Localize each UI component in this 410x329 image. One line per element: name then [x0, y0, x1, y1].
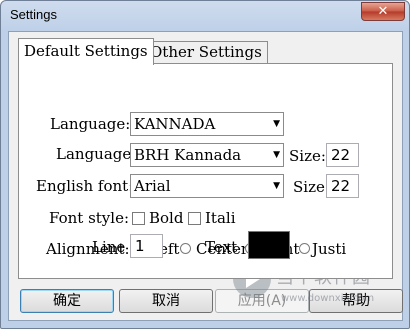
- ok-button[interactable]: 确定: [20, 289, 114, 313]
- bold-label: Bold: [149, 209, 184, 227]
- italic-label: Itali: [205, 209, 236, 227]
- language-size-input[interactable]: 22: [326, 143, 359, 167]
- chevron-down-icon: ▼: [273, 119, 280, 129]
- text-color-label: Text: [205, 238, 238, 256]
- language-font-label: Language: [56, 145, 132, 163]
- line-label: Line: [92, 238, 126, 256]
- line-input[interactable]: 1: [130, 234, 163, 258]
- font-style-label: Font style:: [49, 209, 130, 227]
- align-center-radio[interactable]: [180, 243, 191, 254]
- title-bar[interactable]: Settings ✕: [1, 1, 409, 31]
- settings-dialog: Settings ✕ Default Settings Other Settin…: [0, 0, 410, 329]
- cancel-button[interactable]: 取消: [119, 289, 213, 313]
- language-select[interactable]: KANNADA ▼: [130, 112, 284, 136]
- chevron-down-icon: ▼: [273, 150, 280, 160]
- watermark-url: www.downxia.com: [281, 293, 375, 304]
- tab-other-settings[interactable]: Other Settings: [144, 41, 268, 63]
- english-size-label: Size:: [293, 178, 330, 196]
- language-size-label: Size:: [289, 147, 326, 165]
- close-button[interactable]: ✕: [361, 2, 405, 21]
- align-justify-label: Justi: [312, 240, 347, 258]
- text-color-swatch[interactable]: [248, 231, 290, 259]
- english-font-label: English font:: [36, 177, 134, 195]
- english-font-select[interactable]: Arial ▼: [130, 174, 284, 198]
- tab-default-settings[interactable]: Default Settings: [18, 38, 154, 65]
- chevron-down-icon: ▼: [273, 181, 280, 191]
- language-font-select-value: BRH Kannada: [134, 146, 242, 164]
- dialog-client-area: Default Settings Other Settings Language…: [8, 31, 403, 321]
- align-justify-radio[interactable]: [299, 243, 310, 254]
- language-label: Language:: [50, 115, 131, 133]
- english-size-input[interactable]: 22: [326, 174, 359, 198]
- italic-checkbox[interactable]: [188, 212, 201, 225]
- english-font-select-value: Arial: [134, 177, 171, 195]
- window-title: Settings: [10, 7, 57, 22]
- language-select-value: KANNADA: [134, 115, 216, 133]
- bold-checkbox[interactable]: [132, 212, 145, 225]
- language-font-select[interactable]: BRH Kannada ▼: [130, 143, 284, 167]
